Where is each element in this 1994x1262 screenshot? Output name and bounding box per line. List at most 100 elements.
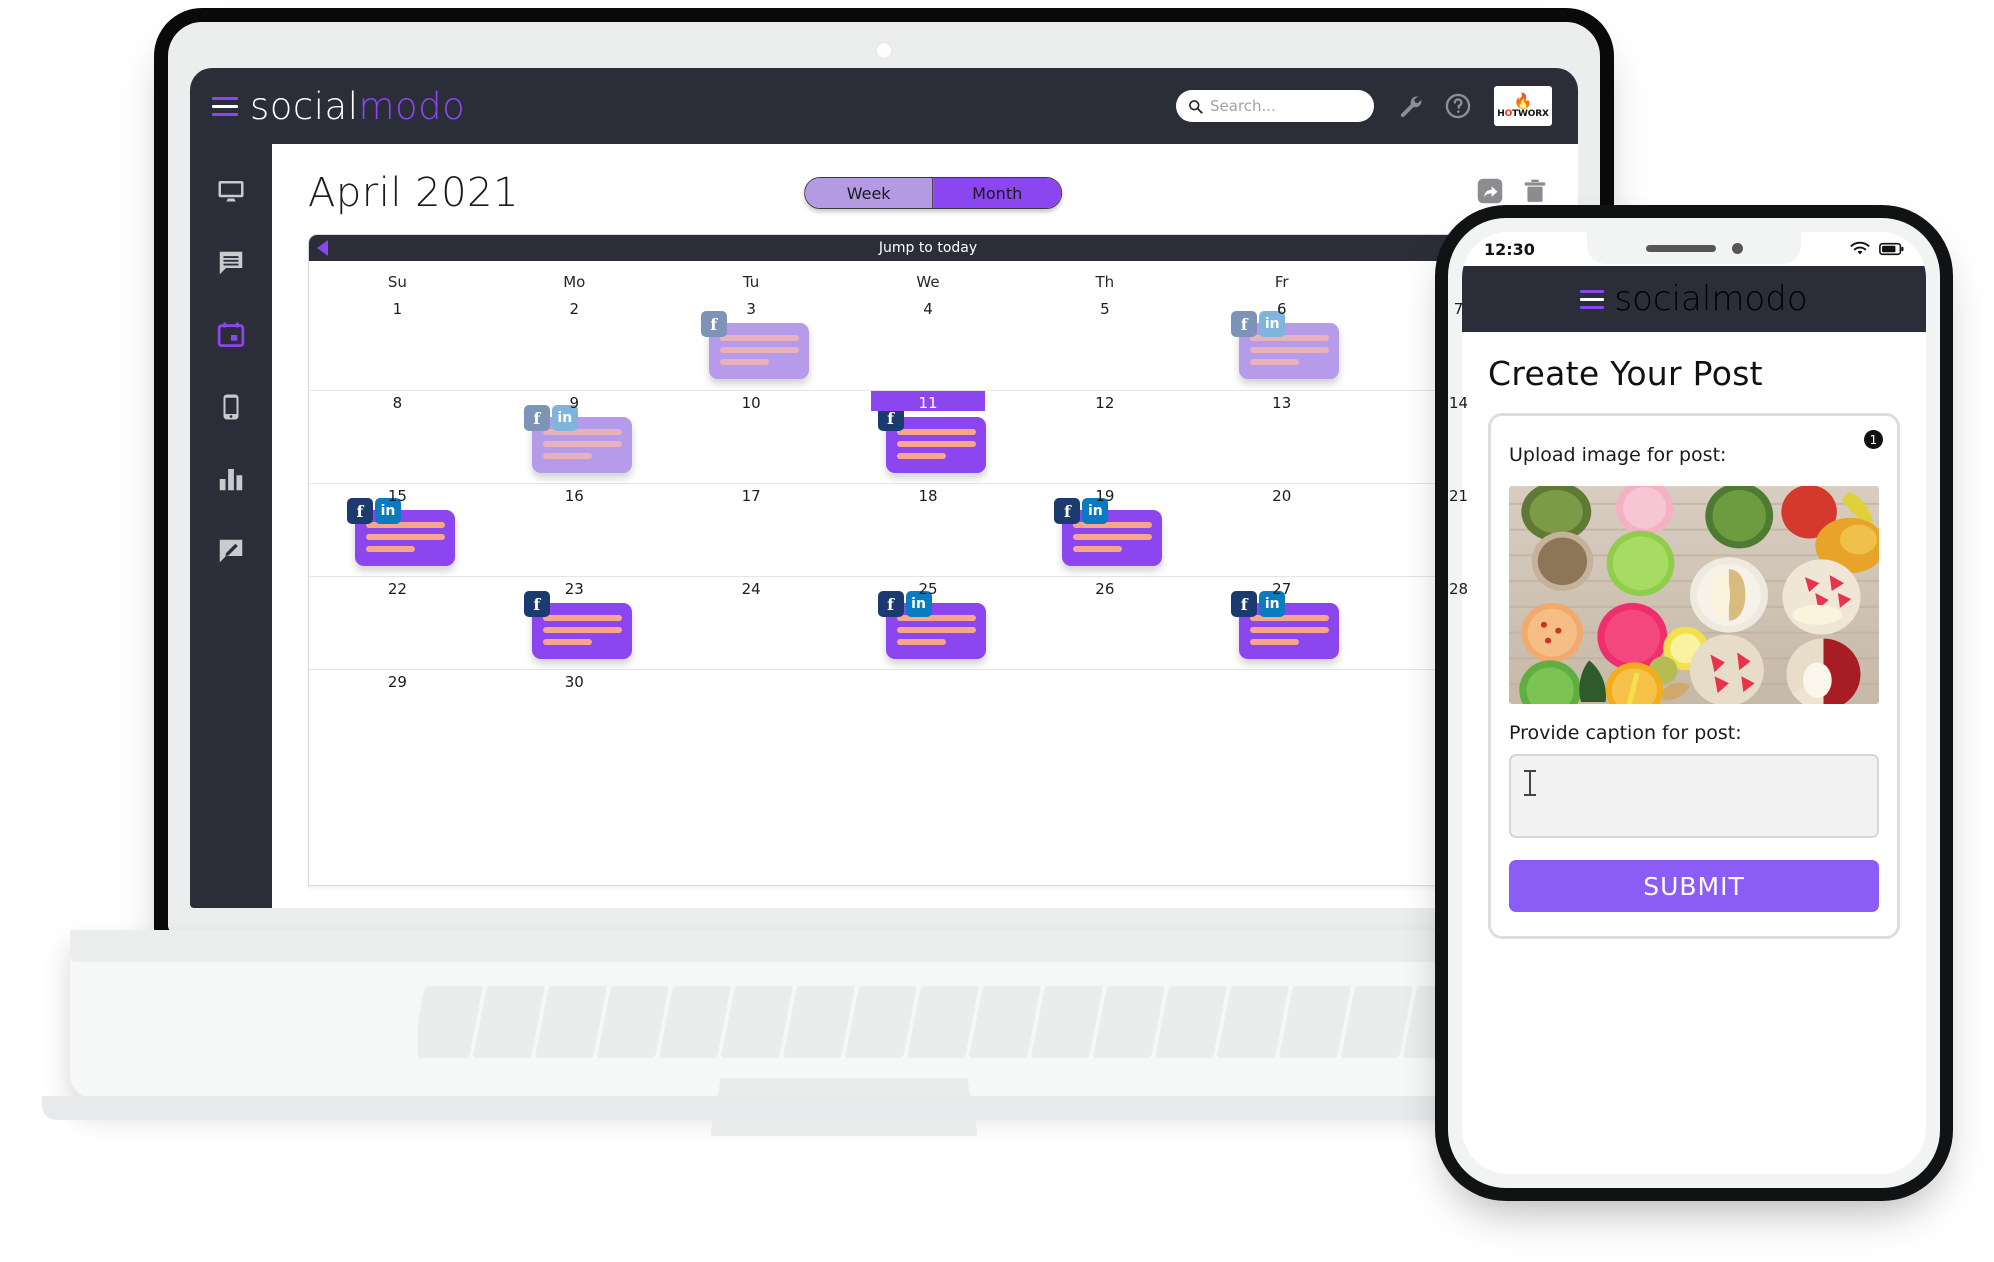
post-text-line — [542, 441, 622, 447]
calendar-day-cell[interactable]: 20 — [1193, 484, 1370, 576]
phone-hamburger-icon[interactable] — [1580, 289, 1605, 309]
search-input[interactable]: Search... — [1176, 90, 1374, 122]
phone-logo-text: socialmodo — [1614, 279, 1807, 319]
jump-to-today-button[interactable]: Jump to today — [309, 240, 1547, 256]
webcam-icon — [875, 42, 893, 59]
day-number: 15 — [387, 487, 407, 505]
calendar-tools — [1476, 177, 1548, 209]
trash-icon[interactable] — [1522, 177, 1548, 209]
day-header-th: Th — [1095, 273, 1115, 291]
scheduled-post-card[interactable]: f — [877, 405, 986, 473]
account-logo-text: HOTWORX — [1497, 108, 1549, 119]
calendar-day-cell[interactable]: 24 — [663, 577, 840, 669]
day-number: 8 — [392, 394, 403, 412]
scheduled-post-card[interactable]: f in — [877, 591, 986, 659]
calendar-day-cell[interactable]: 15 f in — [309, 484, 486, 576]
calendar-day-cell[interactable]: 17 — [663, 484, 840, 576]
uploaded-image-preview[interactable] — [1509, 486, 1879, 704]
scheduled-post-card[interactable]: f in — [1231, 311, 1340, 379]
day-header-fr: Fr — [1274, 273, 1289, 291]
prev-month-arrow-icon[interactable] — [317, 240, 328, 256]
calendar-navbar: Jump to today — [309, 235, 1547, 261]
submit-button[interactable]: SUBMIT — [1509, 860, 1879, 912]
calendar-day-cell[interactable]: 13 — [1193, 391, 1370, 483]
keyboard-key — [1279, 986, 1351, 1058]
scheduled-post-card[interactable]: f in — [346, 498, 455, 566]
day-number: 5 — [1100, 300, 1110, 318]
sidebar-item-mobile[interactable] — [214, 390, 248, 424]
caption-input[interactable] — [1509, 754, 1879, 838]
keyboard-key — [597, 986, 669, 1058]
day-number: 17 — [741, 487, 761, 505]
account-logo[interactable]: 🔥 HOTWORX — [1494, 86, 1552, 126]
keyboard-key — [1093, 986, 1165, 1058]
day-number: 6 — [1276, 300, 1287, 318]
scheduled-post-card[interactable]: f — [523, 591, 632, 659]
calendar-day-cell[interactable]: 11 f — [840, 391, 1017, 483]
wrench-icon[interactable] — [1396, 93, 1422, 119]
calendar-day-cell[interactable]: 18 — [840, 484, 1017, 576]
calendar-day-cell[interactable] — [1016, 670, 1193, 762]
calendar-day-cell[interactable]: 26 — [1016, 577, 1193, 669]
app-logo[interactable]: socialmodo — [212, 85, 465, 128]
post-text-line — [1250, 359, 1300, 365]
sidebar-item-analytics[interactable] — [214, 462, 248, 496]
calendar-day-cell[interactable]: 6 f in — [1193, 297, 1370, 390]
calendar-day-cell[interactable]: 9 f in — [486, 391, 663, 483]
calendar-day-cell[interactable]: 5 — [1016, 297, 1193, 390]
calendar-day-cell[interactable]: 4 — [840, 297, 1017, 390]
day-number: 2 — [569, 300, 580, 318]
calendar-day-cell[interactable]: 8 — [309, 391, 486, 483]
calendar-day-cell[interactable]: 10 — [663, 391, 840, 483]
scheduled-post-card[interactable]: f — [700, 311, 809, 379]
scheduled-post-card[interactable]: f in — [1054, 498, 1163, 566]
keyboard-key — [845, 986, 917, 1058]
calendar-day-cell[interactable]: 30 — [486, 670, 663, 762]
day-number: 30 — [564, 673, 584, 691]
calendar-day-cell[interactable]: 1 — [309, 297, 486, 390]
post-text-line — [365, 546, 415, 552]
wifi-icon — [1850, 241, 1870, 255]
sidebar-item-messages[interactable] — [214, 246, 248, 280]
calendar-grid-wrapper: Jump to today SuMoTuWeThFrSa 123f456fin7… — [308, 234, 1548, 886]
day-number: 21 — [1449, 487, 1469, 505]
calendar-day-cell[interactable]: 27 f in — [1193, 577, 1370, 669]
share-icon[interactable] — [1476, 177, 1504, 209]
phone-notch — [1587, 232, 1801, 264]
calendar-day-cell[interactable]: 19 f in — [1016, 484, 1193, 576]
calendar-day-cell[interactable] — [840, 670, 1017, 762]
calendar-day-cell[interactable]: 2 — [486, 297, 663, 390]
hamburger-icon[interactable] — [212, 96, 238, 116]
post-text-line — [719, 335, 799, 341]
calendar-day-cell[interactable]: 16 — [486, 484, 663, 576]
tab-week[interactable]: Week — [805, 178, 934, 208]
calendar-day-cell[interactable]: 22 — [309, 577, 486, 669]
phone-mockup: 12:30 socialmodo Create Your Post Upload… — [1448, 218, 1940, 1188]
calendar-day-cell[interactable]: 12 — [1016, 391, 1193, 483]
calendar-day-cell[interactable] — [663, 670, 840, 762]
calendar-day-cell[interactable] — [1193, 670, 1370, 762]
help-icon[interactable] — [1444, 92, 1472, 120]
post-text-line — [719, 359, 769, 365]
calendar-day-cell[interactable]: 25 f in — [840, 577, 1017, 669]
post-text-line — [542, 627, 622, 633]
page-title: April 2021 — [308, 170, 519, 216]
tab-month[interactable]: Month — [933, 178, 1062, 208]
calendar-content: April 2021 Week Month Jump to today Su M… — [272, 144, 1578, 908]
calendar-day-cell[interactable]: 3f — [663, 297, 840, 390]
calendar-day-cell[interactable]: 29 — [309, 670, 486, 762]
phone-page-title: Create Your Post — [1488, 354, 1763, 393]
upload-image-button[interactable]: 1 — [1839, 421, 1883, 474]
sidebar-item-calendar[interactable] — [214, 318, 248, 352]
calendar-weeks: 1 2 3 f 4 5 6 f in 7 8 9 f in 10 11 f 12 13 14 15 f in 16 17 18 19… — [309, 297, 1547, 762]
sidebar-item-desktop[interactable] — [214, 174, 248, 208]
scheduled-post-card[interactable]: f in — [523, 405, 632, 473]
calendar-day-cell[interactable]: 23 f — [486, 577, 663, 669]
post-text-line — [542, 615, 622, 621]
calendar-week-row: 29 30 — [309, 669, 1547, 762]
sidebar-item-compose[interactable] — [214, 534, 248, 568]
post-text-line — [1073, 534, 1153, 540]
day-number: 23 — [564, 580, 584, 598]
day-number: 7 — [1453, 300, 1464, 318]
scheduled-post-card[interactable]: f in — [1231, 591, 1340, 659]
